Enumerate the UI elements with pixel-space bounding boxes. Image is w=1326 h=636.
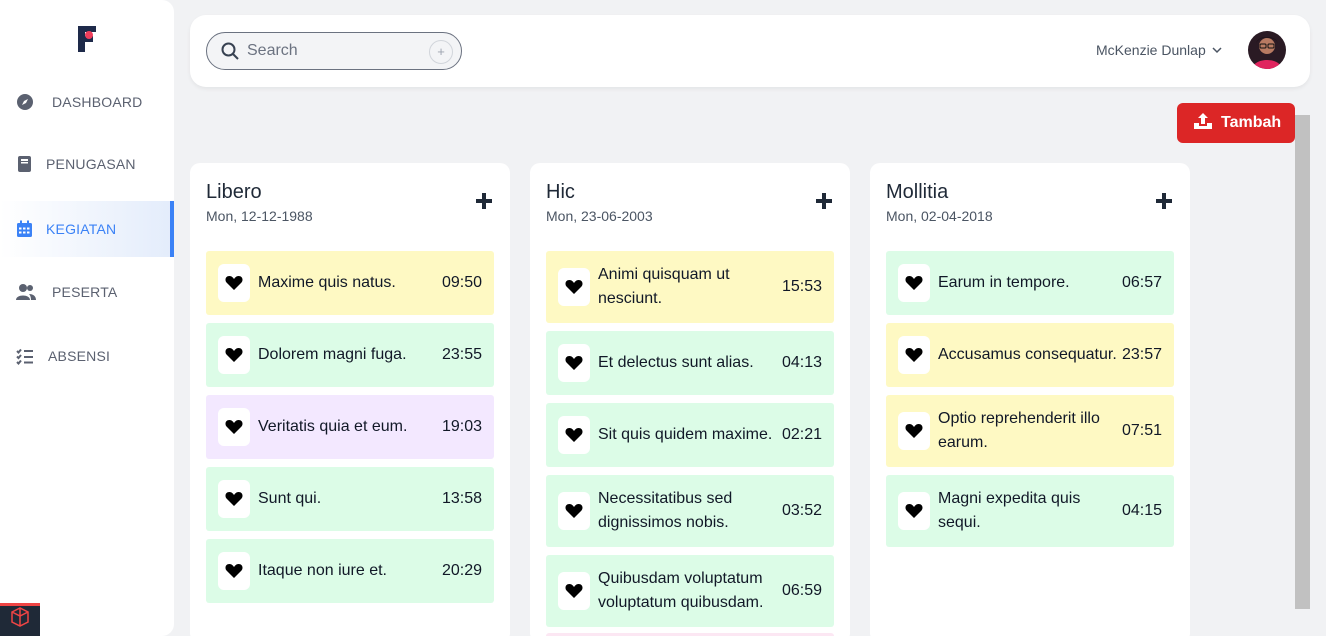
heart-icon[interactable] xyxy=(558,492,590,530)
task-name: Accusamus consequatur. xyxy=(938,346,1117,363)
task-card[interactable]: Earum in tempore. 06:57 xyxy=(886,251,1174,315)
task-name: Earum in tempore. xyxy=(938,274,1070,291)
task-time: 06:59 xyxy=(781,582,822,599)
heart-icon[interactable] xyxy=(898,492,930,530)
task-name: Magni expedita quis sequi. xyxy=(938,490,1081,531)
task-card[interactable]: Veritatis quia et eum. 19:03 xyxy=(206,395,494,459)
task-name: Maxime quis natus. xyxy=(258,274,396,291)
sidebar-item-penugasan[interactable]: PENUGASAN xyxy=(0,136,174,192)
user-name: McKenzie Dunlap xyxy=(1096,42,1206,58)
task-name: Animi quisquam ut nesciunt. xyxy=(598,266,730,307)
task-time: 09:50 xyxy=(441,274,482,291)
task-time: 23:55 xyxy=(441,346,482,363)
add-task-icon[interactable] xyxy=(474,191,494,211)
heart-icon[interactable] xyxy=(558,416,590,454)
task-name: Dolorem magni fuga. xyxy=(258,346,407,363)
app-logo[interactable] xyxy=(76,24,100,54)
activity-column: Mollitia Mon, 02-04-2018 Earum in tempor… xyxy=(870,163,1190,636)
book-icon xyxy=(16,155,34,173)
task-card[interactable]: Maxime quis natus. 09:50 xyxy=(206,251,494,315)
add-filter-icon[interactable]: + xyxy=(429,40,453,64)
scrollbar-thumb[interactable] xyxy=(1295,115,1310,609)
task-time: 04:13 xyxy=(781,354,822,371)
task-name: Optio reprehenderit illo earum. xyxy=(938,410,1100,451)
avatar[interactable] xyxy=(1248,31,1286,69)
task-name: Veritatis quia et eum. xyxy=(258,418,408,435)
users-icon xyxy=(16,283,36,301)
heart-icon[interactable] xyxy=(898,412,930,450)
sidebar-item-label: KEGIATAN xyxy=(46,221,117,237)
heart-icon[interactable] xyxy=(898,336,930,374)
search-icon xyxy=(221,42,239,60)
task-name: Quibusdam voluptatum voluptatum quibusda… xyxy=(598,570,764,611)
task-card[interactable]: Itaque non iure et. 20:29 xyxy=(206,539,494,603)
search-input[interactable] xyxy=(247,41,417,61)
column-date: Mon, 02-04-2018 xyxy=(886,208,993,224)
task-card[interactable]: Animi quisquam ut nesciunt. 15:53 xyxy=(546,251,834,323)
task-card[interactable]: Sunt qui. 13:58 xyxy=(206,467,494,531)
sidebar-item-label: PESERTA xyxy=(52,284,118,300)
sidebar-item-dashboard[interactable]: DASHBOARD xyxy=(0,74,174,130)
tambah-button[interactable]: Tambah xyxy=(1177,103,1295,143)
compass-icon xyxy=(16,93,34,111)
heart-icon[interactable] xyxy=(558,344,590,382)
chevron-down-icon xyxy=(1212,42,1222,58)
add-task-icon[interactable] xyxy=(1154,191,1174,211)
heart-icon[interactable] xyxy=(218,336,250,374)
task-time: 20:29 xyxy=(441,562,482,579)
task-name: Itaque non iure et. xyxy=(258,562,387,579)
task-card[interactable]: Magni expedita quis sequi. 04:15 xyxy=(886,475,1174,547)
heart-icon[interactable] xyxy=(558,268,590,306)
sidebar-item-peserta[interactable]: PESERTA xyxy=(0,264,174,320)
calendar-icon xyxy=(16,220,34,238)
activity-column: Hic Mon, 23-06-2003 Animi quisquam ut ne… xyxy=(530,163,850,636)
laravel-icon[interactable] xyxy=(0,603,40,636)
task-card[interactable]: Dolorem magni fuga. 23:55 xyxy=(206,323,494,387)
heart-icon[interactable] xyxy=(218,552,250,590)
task-card[interactable]: Quibusdam voluptatum voluptatum quibusda… xyxy=(546,555,834,627)
column-title: Hic xyxy=(546,181,575,203)
tambah-label: Tambah xyxy=(1221,114,1282,131)
task-time: 13:58 xyxy=(441,490,482,507)
top-header: + McKenzie Dunlap xyxy=(190,15,1310,87)
upload-icon xyxy=(1193,112,1213,135)
task-time: 23:57 xyxy=(1121,346,1162,363)
heart-icon[interactable] xyxy=(218,264,250,302)
heart-icon[interactable] xyxy=(558,572,590,610)
sidebar-item-kegiatan[interactable]: KEGIATAN xyxy=(0,201,174,257)
task-name: Sunt qui. xyxy=(258,490,322,507)
sidebar-item-label: DASHBOARD xyxy=(52,94,143,110)
column-title: Mollitia xyxy=(886,181,949,203)
task-card[interactable]: Optio reprehenderit illo earum. 07:51 xyxy=(886,395,1174,467)
task-time: 07:51 xyxy=(1121,422,1162,439)
heart-icon[interactable] xyxy=(898,264,930,302)
task-card[interactable]: Accusamus consequatur. 23:57 xyxy=(886,323,1174,387)
task-name: Necessitatibus sed dignissimos nobis. xyxy=(598,490,733,531)
checklist-icon xyxy=(16,347,34,365)
sidebar-item-label: PENUGASAN xyxy=(46,156,136,172)
sidebar-item-label: ABSENSI xyxy=(48,348,111,364)
task-time: 19:03 xyxy=(441,418,482,435)
search-box: + xyxy=(206,32,462,70)
task-time: 06:57 xyxy=(1121,274,1162,291)
heart-icon[interactable] xyxy=(218,408,250,446)
heart-icon[interactable] xyxy=(218,480,250,518)
user-menu[interactable]: McKenzie Dunlap xyxy=(1096,42,1222,58)
task-card[interactable]: Sit quis quidem maxime. 02:21 xyxy=(546,403,834,467)
add-task-icon[interactable] xyxy=(814,191,834,211)
column-title: Libero xyxy=(206,181,262,203)
task-time: 04:15 xyxy=(1121,502,1162,519)
sidebar-item-absensi[interactable]: ABSENSI xyxy=(0,328,174,384)
activity-column: Libero Mon, 12-12-1988 Maxime quis natus… xyxy=(190,163,510,636)
task-time: 02:21 xyxy=(781,426,822,443)
task-time: 15:53 xyxy=(781,278,822,295)
task-time: 03:52 xyxy=(781,502,822,519)
sidebar: DASHBOARD PENUGASAN KEGIATAN PESERTA ABS… xyxy=(0,0,174,636)
task-card[interactable]: Necessitatibus sed dignissimos nobis. 03… xyxy=(546,475,834,547)
column-date: Mon, 12-12-1988 xyxy=(206,208,313,224)
column-date: Mon, 23-06-2003 xyxy=(546,208,653,224)
task-card[interactable]: Et delectus sunt alias. 04:13 xyxy=(546,331,834,395)
task-name: Sit quis quidem maxime. xyxy=(598,426,773,443)
task-name: Et delectus sunt alias. xyxy=(598,354,754,371)
